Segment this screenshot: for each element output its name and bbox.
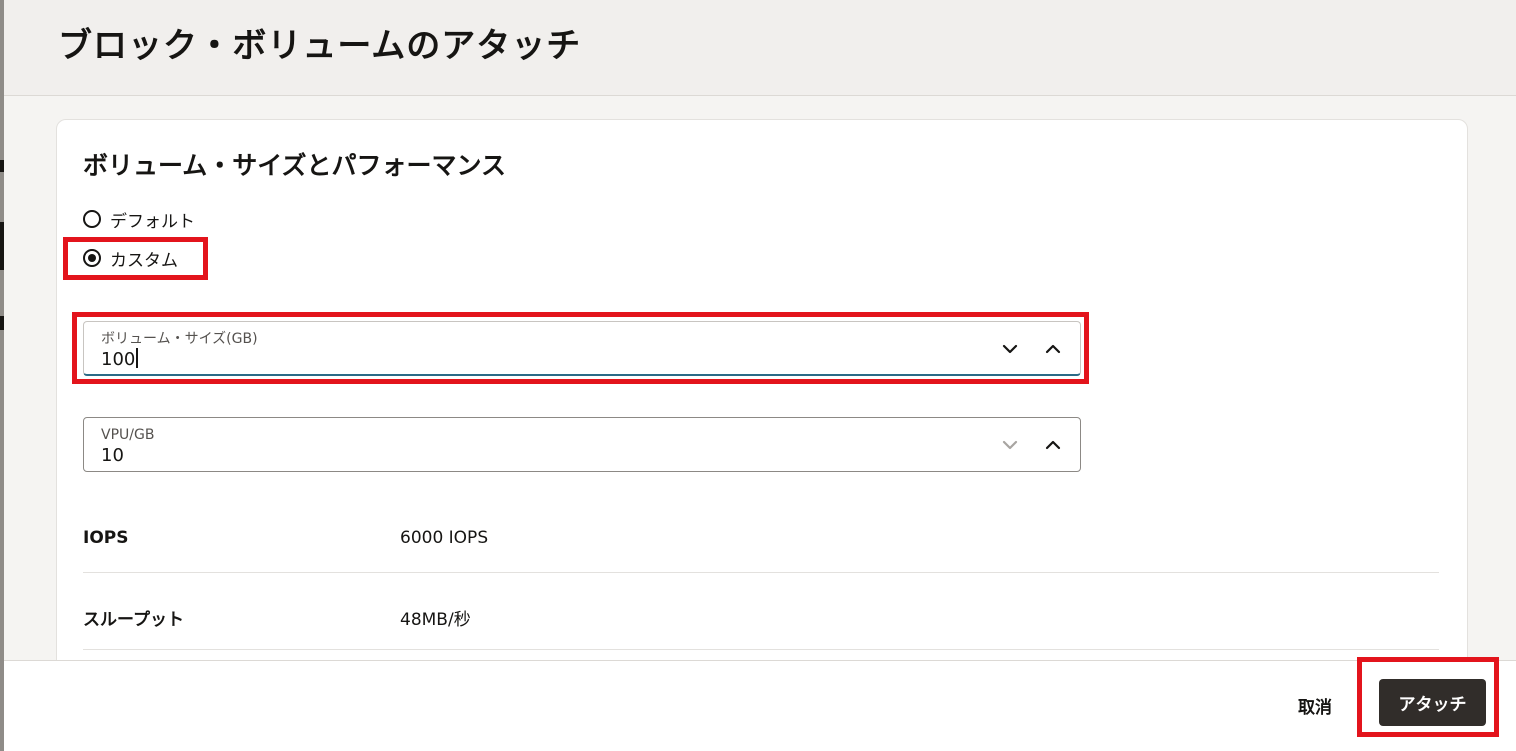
radio-option-custom[interactable]: カスタム <box>83 246 178 271</box>
volume-size-increment-button[interactable] <box>1039 335 1067 363</box>
vpu-input[interactable]: 10 <box>101 444 124 468</box>
chevron-up-icon <box>1045 440 1061 450</box>
volume-size-performance-card: ボリューム・サイズとパフォーマンス デフォルト カスタム ボリューム・サイズ(G… <box>56 119 1468 681</box>
iops-row: IOPS 6000 IOPS <box>83 510 1439 573</box>
throughput-value: 48MB/秒 <box>400 610 471 630</box>
chevron-down-icon <box>1002 440 1018 450</box>
volume-size-field[interactable]: ボリューム・サイズ(GB) 100 <box>83 321 1081 376</box>
volume-size-input[interactable]: 100 <box>101 348 138 372</box>
chevron-up-icon <box>1045 344 1061 354</box>
attach-block-volume-page: ブロック・ボリュームのアタッチ ボリューム・サイズとパフォーマンス デフォルト … <box>0 0 1516 751</box>
chevron-down-icon <box>1002 344 1018 354</box>
attach-button[interactable]: アタッチ <box>1379 679 1486 726</box>
vpu-decrement-button[interactable] <box>996 431 1024 459</box>
radio-option-default[interactable]: デフォルト <box>83 207 195 232</box>
throughput-label: スループット <box>83 610 184 630</box>
iops-value: 6000 IOPS <box>400 528 489 548</box>
radio-custom-label: カスタム <box>110 250 178 271</box>
throughput-row: スループット 48MB/秒 <box>83 587 1439 650</box>
dialog-title: ブロック・ボリュームのアタッチ <box>58 26 582 66</box>
vpu-label: VPU/GB <box>101 427 155 443</box>
text-caret <box>136 348 138 368</box>
vpu-per-gb-field[interactable]: VPU/GB 10 <box>83 417 1081 472</box>
dialog-header: ブロック・ボリュームのアタッチ <box>4 0 1516 96</box>
volume-size-value: 100 <box>101 349 136 370</box>
section-title: ボリューム・サイズとパフォーマンス <box>83 151 507 180</box>
radio-custom[interactable] <box>83 249 101 267</box>
volume-size-decrement-button[interactable] <box>996 335 1024 363</box>
vpu-increment-button[interactable] <box>1039 431 1067 459</box>
radio-default-label: デフォルト <box>110 211 195 232</box>
iops-label: IOPS <box>83 528 129 548</box>
background-panel-edge <box>0 0 4 751</box>
dialog-footer: 取消 アタッチ <box>4 660 1516 751</box>
cancel-button[interactable]: 取消 <box>1292 689 1338 722</box>
radio-default[interactable] <box>83 210 101 228</box>
volume-size-label: ボリューム・サイズ(GB) <box>101 331 258 347</box>
